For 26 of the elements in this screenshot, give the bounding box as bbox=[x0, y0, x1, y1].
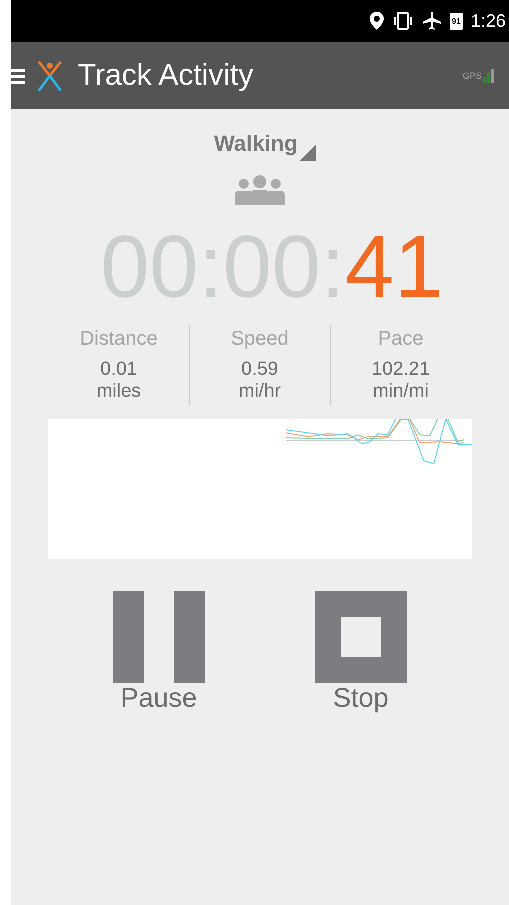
signal-icon bbox=[483, 68, 497, 82]
activity-dropdown[interactable]: Walking bbox=[214, 131, 316, 157]
app-title: Track Activity bbox=[78, 58, 255, 92]
menu-icon[interactable] bbox=[11, 68, 25, 84]
elapsed-seconds: 41 bbox=[345, 217, 444, 317]
stop-button[interactable]: Stop bbox=[315, 591, 407, 714]
logo-icon bbox=[37, 60, 63, 92]
stat-value: 102.21 bbox=[372, 359, 430, 381]
battery-icon: 91 bbox=[450, 12, 463, 30]
stat-label: Pace bbox=[378, 328, 424, 351]
stat-unit: min/mi bbox=[373, 381, 429, 403]
stat-label: Distance bbox=[80, 328, 158, 351]
stat-label: Speed bbox=[231, 328, 289, 351]
location-icon bbox=[370, 12, 384, 30]
stat-value: 0.01 bbox=[100, 359, 138, 381]
stat-unit: miles bbox=[96, 381, 142, 403]
dropdown-icon bbox=[300, 145, 316, 161]
status-time: 1:26 bbox=[470, 10, 506, 32]
pause-button[interactable]: Pause bbox=[113, 591, 205, 714]
gps-label: GPS bbox=[462, 70, 482, 80]
stat-value: 0.59 bbox=[242, 359, 278, 381]
stop-icon bbox=[315, 591, 407, 683]
vibrate-icon bbox=[392, 12, 414, 30]
airplane-icon bbox=[422, 11, 442, 31]
pause-icon bbox=[113, 591, 205, 683]
stat-unit: mi/hr bbox=[238, 381, 282, 403]
